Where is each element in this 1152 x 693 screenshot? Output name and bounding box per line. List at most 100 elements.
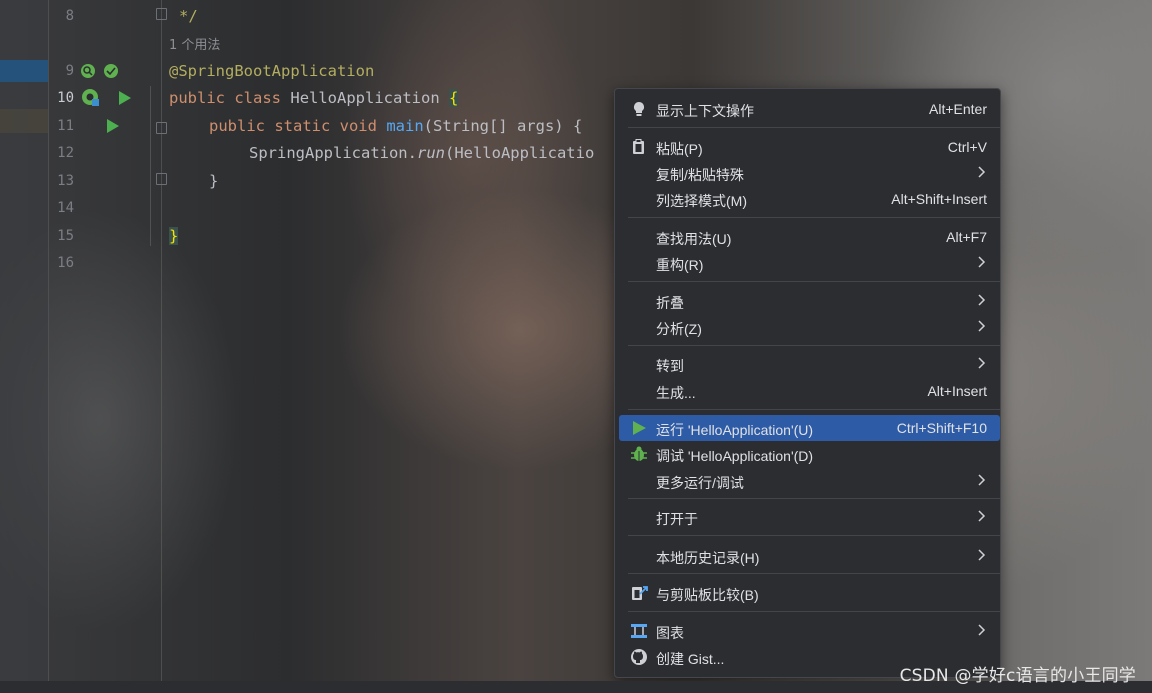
debug-bug-icon — [631, 446, 647, 461]
menu-item-compare-clipboard[interactable]: 与剪贴板比较(B) — [615, 580, 1000, 606]
gutter-divider — [161, 0, 162, 693]
keyword: public — [169, 89, 225, 107]
menu-separator — [628, 281, 1000, 282]
menu-item-local-history[interactable]: 本地历史记录(H) — [615, 543, 1000, 569]
watermark: CSDN @学好c语言的小王同学 — [899, 666, 1136, 686]
lightbulb-icon — [634, 102, 644, 116]
line-number: 12 — [57, 145, 74, 161]
editor-context-menu[interactable]: 显示上下文操作 Alt+Enter 粘贴(P) Ctrl+V 复制/粘贴特殊 列… — [614, 88, 1001, 678]
run-gutter-icon[interactable] — [106, 118, 120, 134]
menu-item-label: 更多运行/调试 — [656, 475, 744, 491]
menu-item-diagrams[interactable]: 图表 — [615, 618, 1000, 644]
menu-item-shortcut: Alt+Enter — [929, 101, 987, 117]
menu-item-generate[interactable]: 生成... Alt+Insert — [615, 378, 1000, 404]
chevron-right-icon — [978, 294, 986, 306]
menu-item-debug-application[interactable]: 调试 'HelloApplication'(D) — [615, 441, 1000, 467]
code-line-15[interactable]: } — [169, 226, 179, 246]
line-number: 8 — [65, 8, 74, 24]
fold-marker-icon[interactable] — [156, 173, 167, 185]
chevron-right-icon — [978, 320, 986, 332]
menu-item-run-application[interactable]: 运行 'HelloApplication'(U) Ctrl+Shift+F10 — [619, 415, 1000, 441]
menu-item-paste[interactable]: 粘贴(P) Ctrl+V — [615, 134, 1000, 160]
menu-item-refactor[interactable]: 重构(R) — [615, 250, 1000, 276]
run-gutter-icon[interactable] — [118, 90, 132, 106]
code-line-12[interactable]: SpringApplication.run(HelloApplicatio — [249, 143, 594, 163]
line-number: 11 — [57, 118, 74, 134]
chevron-right-icon — [978, 510, 986, 522]
code-text: SpringApplication. — [249, 144, 417, 162]
chevron-right-icon — [978, 256, 986, 268]
fold-marker-icon[interactable] — [156, 8, 167, 20]
chevron-right-icon — [978, 474, 986, 486]
menu-item-label: 本地历史记录(H) — [656, 550, 760, 566]
chevron-right-icon — [978, 624, 986, 636]
menu-item-label: 列选择模式(M) — [656, 193, 747, 209]
menu-item-label: 打开于 — [656, 511, 698, 527]
run-icon — [633, 421, 646, 435]
menu-item-find-usages[interactable]: 查找用法(U) Alt+F7 — [615, 224, 1000, 250]
menu-item-label: 生成... — [656, 385, 696, 401]
code-line-11[interactable]: public static void main(String[] args) { — [209, 116, 582, 136]
class-name: HelloApplication — [290, 89, 440, 107]
method-call: run — [416, 144, 445, 162]
compare-clipboard-icon — [632, 586, 648, 600]
code-line-13[interactable]: } — [209, 171, 218, 191]
chevron-right-icon — [978, 549, 986, 561]
keyword: public static void — [209, 117, 377, 135]
menu-item-label: 粘贴(P) — [656, 141, 703, 157]
chevron-right-icon — [978, 166, 986, 178]
code-text: (String[] args) { — [423, 117, 583, 135]
code-text: (HelloApplicatio — [444, 144, 595, 162]
menu-item-folding[interactable]: 折叠 — [615, 288, 1000, 314]
diagram-icon — [631, 624, 647, 638]
matched-brace: } — [169, 227, 179, 245]
line-number: 14 — [57, 200, 74, 216]
menu-item-more-run-debug[interactable]: 更多运行/调试 — [615, 468, 1000, 494]
menu-separator — [628, 498, 1000, 499]
code-line-9[interactable]: @SpringBootApplication — [169, 61, 374, 81]
menu-item-label: 重构(R) — [656, 257, 704, 273]
project-selected-row[interactable] — [0, 60, 48, 82]
method-name: main — [386, 117, 424, 135]
menu-item-label: 复制/粘贴特殊 — [656, 167, 744, 183]
line-number: 16 — [57, 255, 74, 271]
menu-item-analyze[interactable]: 分析(Z) — [615, 314, 1000, 340]
menu-item-open-in[interactable]: 打开于 — [615, 504, 1000, 530]
indent-guide — [150, 86, 151, 246]
spring-bean-icon[interactable] — [80, 62, 120, 80]
menu-item-label: 与剪贴板比较(B) — [656, 587, 759, 603]
menu-item-copy-paste-special[interactable]: 复制/粘贴特殊 — [615, 160, 1000, 186]
menu-item-label: 创建 Gist... — [656, 651, 725, 667]
github-icon — [631, 649, 647, 665]
menu-item-shortcut: Alt+Insert — [927, 383, 987, 399]
fold-marker-icon[interactable] — [156, 122, 167, 134]
menu-separator — [628, 535, 1000, 536]
menu-item-shortcut: Alt+F7 — [946, 229, 987, 245]
line-number: 13 — [57, 173, 74, 189]
menu-item-show-context-actions[interactable]: 显示上下文操作 Alt+Enter — [615, 96, 1000, 122]
code-line-10[interactable]: public class HelloApplication { — [169, 88, 459, 108]
menu-separator — [628, 611, 1000, 612]
menu-item-goto[interactable]: 转到 — [615, 351, 1000, 377]
menu-separator — [628, 217, 1000, 218]
menu-separator — [628, 345, 1000, 346]
menu-separator — [628, 409, 1000, 410]
line-number: 9 — [65, 63, 74, 79]
usage-hint[interactable]: 1 个用法 — [169, 34, 220, 53]
spring-boot-run-icon[interactable] — [80, 88, 102, 108]
clipboard-icon — [633, 139, 644, 154]
matched-brace: { — [449, 89, 459, 107]
keyword: class — [234, 89, 282, 107]
code-line-8[interactable]: */ — [179, 6, 198, 26]
menu-item-shortcut: Alt+Shift+Insert — [891, 191, 987, 207]
menu-separator — [628, 573, 1000, 574]
project-panel-edge[interactable] — [0, 0, 49, 693]
menu-item-label: 分析(Z) — [656, 321, 702, 337]
menu-item-label: 调试 'HelloApplication'(D) — [656, 448, 814, 464]
menu-item-shortcut: Ctrl+Shift+F10 — [896, 420, 987, 436]
menu-separator — [628, 127, 1000, 128]
menu-item-label: 显示上下文操作 — [656, 103, 754, 119]
menu-item-column-selection[interactable]: 列选择模式(M) Alt+Shift+Insert — [615, 186, 1000, 212]
menu-item-label: 查找用法(U) — [656, 231, 732, 247]
menu-item-label: 图表 — [656, 625, 684, 641]
